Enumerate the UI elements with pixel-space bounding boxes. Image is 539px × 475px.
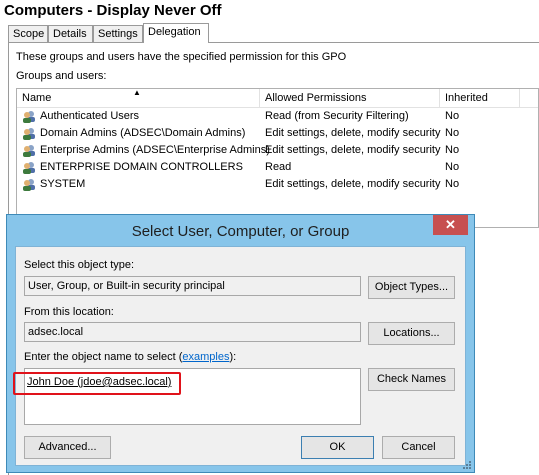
groups-users-list[interactable]: Name ▲ Allowed Permissions Inherited Aut…	[16, 88, 539, 228]
users-group-icon	[23, 145, 35, 157]
row-name: Authenticated Users	[40, 110, 140, 122]
table-row[interactable]: SYSTEM Edit settings, delete, modify sec…	[17, 176, 538, 193]
tab-delegation[interactable]: Delegation	[143, 23, 209, 43]
check-names-button[interactable]: Check Names	[368, 368, 455, 391]
users-group-icon	[23, 111, 35, 123]
row-inherited: No	[445, 161, 460, 173]
groups-users-label: Groups and users:	[16, 70, 107, 82]
row-name: SYSTEM	[40, 178, 86, 190]
row-name: Enterprise Admins (ADSEC\Enterprise Admi…	[40, 144, 270, 156]
tab-settings[interactable]: Settings	[93, 25, 143, 42]
row-inherited: No	[445, 110, 460, 122]
row-permissions: Edit settings, delete, modify security	[265, 144, 441, 156]
object-type-field: User, Group, or Built-in security princi…	[24, 276, 361, 296]
column-header-inherited[interactable]: Inherited	[440, 89, 520, 107]
users-group-icon	[23, 162, 35, 174]
location-label: From this location:	[24, 306, 114, 318]
object-types-button[interactable]: Object Types...	[368, 276, 455, 299]
column-header-permissions[interactable]: Allowed Permissions	[260, 89, 440, 107]
tab-scope[interactable]: Scope	[8, 25, 48, 42]
object-type-label: Select this object type:	[24, 259, 135, 271]
object-name-label: Enter the object name to select (example…	[24, 351, 236, 363]
highlight-box	[13, 372, 181, 395]
users-group-icon	[23, 128, 35, 140]
row-permissions: Edit settings, delete, modify security	[265, 127, 441, 139]
advanced-button[interactable]: Advanced...	[24, 436, 111, 459]
column-header-name[interactable]: Name ▲	[17, 88, 260, 107]
location-field: adsec.local	[24, 322, 361, 342]
table-row[interactable]: ENTERPRISE DOMAIN CONTROLLERS Read No	[17, 159, 538, 176]
table-row[interactable]: Domain Admins (ADSEC\Domain Admins) Edit…	[17, 125, 538, 142]
ok-button[interactable]: OK	[301, 436, 374, 459]
row-inherited: No	[445, 178, 460, 190]
dialog-client-area: Select this object type: User, Group, or…	[15, 246, 466, 466]
table-row[interactable]: Authenticated Users Read (from Security …	[17, 108, 538, 125]
row-permissions: Edit settings, delete, modify security	[265, 178, 441, 190]
close-button[interactable]: ✕	[433, 215, 468, 235]
select-user-dialog: Select User, Computer, or Group ✕ Select…	[6, 214, 475, 473]
examples-link[interactable]: examples	[182, 351, 229, 363]
resize-grip-icon[interactable]	[462, 460, 472, 470]
dialog-title: Select User, Computer, or Group	[131, 223, 350, 240]
object-name-label-prefix: Enter the object name to select (	[24, 351, 183, 363]
users-group-icon	[23, 179, 35, 191]
column-header-name-label: Name	[22, 92, 52, 104]
row-permissions: Read	[265, 161, 292, 173]
table-row[interactable]: Enterprise Admins (ADSEC\Enterprise Admi…	[17, 142, 538, 159]
window-title: Computers - Display Never Off	[4, 2, 222, 19]
row-name: ENTERPRISE DOMAIN CONTROLLERS	[40, 161, 243, 173]
sort-ascending-icon: ▲	[133, 88, 141, 97]
tab-details[interactable]: Details	[48, 25, 93, 42]
row-inherited: No	[445, 144, 460, 156]
row-inherited: No	[445, 127, 460, 139]
delegation-description: These groups and users have the specifie…	[16, 51, 347, 63]
row-permissions: Read (from Security Filtering)	[265, 110, 409, 122]
row-name: Domain Admins (ADSEC\Domain Admins)	[40, 127, 246, 139]
cancel-button[interactable]: Cancel	[382, 436, 455, 459]
close-icon: ✕	[445, 217, 456, 232]
list-header: Name ▲ Allowed Permissions Inherited	[17, 88, 538, 108]
locations-button[interactable]: Locations...	[368, 322, 455, 345]
object-name-label-suffix: ):	[229, 351, 237, 363]
